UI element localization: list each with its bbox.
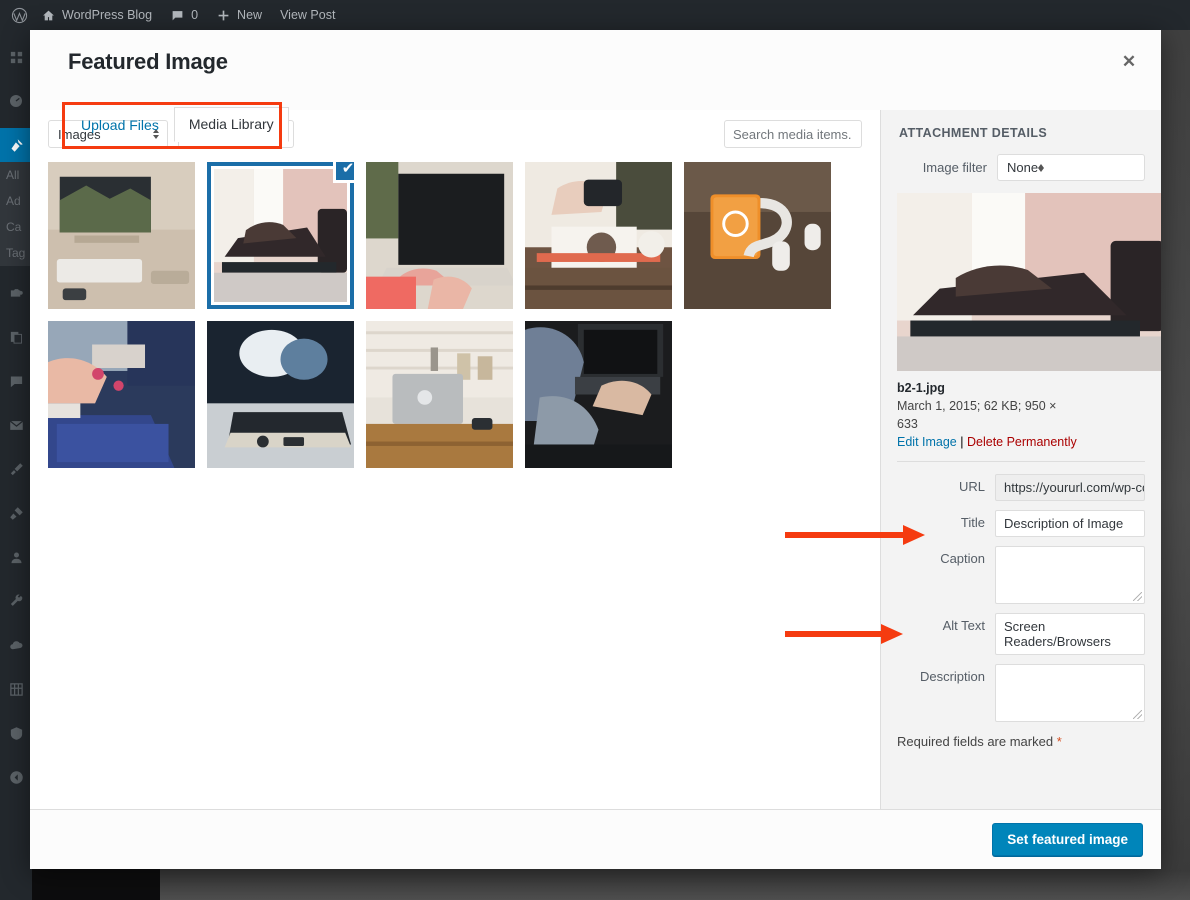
sidebar-item-settings[interactable] <box>0 672 32 706</box>
sidebar-subitem-all[interactable]: All <box>0 162 32 188</box>
image-filter-label: Image filter <box>922 160 987 175</box>
media-item[interactable] <box>48 321 195 468</box>
caption-field[interactable] <box>995 546 1145 605</box>
sidebar-item-mail[interactable] <box>0 408 32 442</box>
required-fields-note: Required fields are marked * <box>897 734 1145 749</box>
admin-bar-comment-count: 0 <box>191 8 199 22</box>
admin-bar-new[interactable]: New <box>207 0 271 30</box>
sidebar-item-pages[interactable] <box>0 320 32 354</box>
media-grid: ✔ <box>30 156 880 486</box>
attachment-file-name: b2-1.jpg <box>897 381 945 395</box>
search-input[interactable]: Search media items. <box>733 127 852 142</box>
field-row-caption: Caption <box>897 546 1145 605</box>
page-content-strip <box>160 870 1190 900</box>
chevron-updown-icon <box>1038 163 1045 172</box>
edit-image-link[interactable]: Edit Image <box>897 435 957 449</box>
alt-text-label: Alt Text <box>942 618 985 634</box>
sidebar-item-collapse-menu[interactable] <box>0 760 32 794</box>
required-fields-text: Required fields are marked <box>897 734 1054 750</box>
admin-bar-site-name[interactable]: WordPress Blog <box>32 0 161 30</box>
caption-label: Caption <box>940 551 985 567</box>
sidebar-item-grid[interactable] <box>0 40 32 74</box>
description-field[interactable] <box>995 664 1145 723</box>
media-item-selected[interactable]: ✔ <box>207 162 354 309</box>
required-asterisk: * <box>1056 734 1062 750</box>
tab-media-library[interactable]: Media Library <box>173 107 289 142</box>
title-field[interactable]: Description of Image <box>995 510 1145 538</box>
media-library-pane: Images All dates Search media items. <box>30 110 881 809</box>
url-label: URL <box>958 479 985 495</box>
modal-tabs: Upload Files Media Library <box>66 106 289 142</box>
attachment-file-links: Edit Image | Delete Permanently <box>897 435 1145 449</box>
sidebar-subitem-tags[interactable]: Tag <box>0 240 32 266</box>
image-filter-row: Image filter None <box>897 154 1145 181</box>
sidebar-item-cloud[interactable] <box>0 628 32 662</box>
checkmark-icon: ✔ <box>333 162 354 183</box>
comment-icon <box>170 8 185 23</box>
attachment-preview-image <box>897 193 1161 371</box>
media-item[interactable] <box>207 321 354 468</box>
image-filter-value: None <box>1007 160 1039 175</box>
sidebar-item-comments[interactable] <box>0 364 32 398</box>
field-row-url: URL https://yoururl.com/wp-con <box>897 474 1145 502</box>
sidebar-item-appearance[interactable] <box>0 452 32 486</box>
details-divider <box>897 461 1145 463</box>
attachment-details-pane: ATTACHMENT DETAILS Image filter None b2-… <box>881 110 1161 809</box>
modal-body: Images All dates Search media items. <box>30 110 1161 809</box>
link-separator: | <box>960 435 964 450</box>
modal-footer: Set featured image <box>30 809 1161 869</box>
featured-image-modal: Featured Image ✕ Upload Files Media Libr… <box>30 30 1161 869</box>
sidebar-subitem-add[interactable]: Ad <box>0 188 32 214</box>
sidebar-posts-submenu: All Ad Ca Tag <box>0 162 32 266</box>
field-row-title: Title Description of Image <box>897 510 1145 538</box>
attachment-details-heading: ATTACHMENT DETAILS <box>899 126 1048 140</box>
attachment-file-meta: March 1, 2015; 62 KB; 950 × 633 <box>897 399 1057 432</box>
url-field[interactable]: https://yoururl.com/wp-con <box>995 474 1145 502</box>
admin-bar-view-post-label: View Post <box>280 8 336 22</box>
modal-header: Featured Image ✕ Upload Files Media Libr… <box>30 30 1161 149</box>
sidebar-item-media[interactable] <box>0 276 32 310</box>
image-filter-select[interactable]: None <box>997 154 1145 181</box>
admin-bar-comments[interactable]: 0 <box>161 0 207 30</box>
page-title: Featured Image <box>68 49 228 74</box>
description-label: Description <box>919 669 985 685</box>
search-media-field[interactable]: Search media items. <box>724 120 862 148</box>
media-item[interactable] <box>48 162 195 309</box>
resize-grip-icon[interactable] <box>1133 710 1142 720</box>
sidebar-item-posts[interactable] <box>0 128 32 162</box>
media-item[interactable] <box>366 162 513 309</box>
field-row-alt-text: Alt Text Screen Readers/Browsers <box>897 613 1145 656</box>
title-label: Title <box>960 515 985 531</box>
admin-bar-new-label: New <box>237 8 263 22</box>
home-icon <box>41 8 56 23</box>
wordpress-logo-icon[interactable] <box>6 7 32 24</box>
media-item[interactable] <box>366 321 513 468</box>
resize-grip-icon[interactable] <box>1133 592 1142 602</box>
sidebar-item-shield[interactable] <box>0 716 32 750</box>
sidebar-subitem-categories[interactable]: Ca <box>0 214 32 240</box>
admin-bar-site-label: WordPress Blog <box>62 8 153 22</box>
plus-icon <box>216 8 231 23</box>
sidebar-item-dashboard[interactable] <box>0 84 32 118</box>
media-item[interactable] <box>684 162 831 309</box>
sidebar-item-users[interactable] <box>0 540 32 574</box>
delete-permanently-link[interactable]: Delete Permanently <box>967 435 1077 449</box>
media-item[interactable] <box>525 321 672 468</box>
field-row-description: Description <box>897 664 1145 723</box>
wp-admin-sidebar: All Ad Ca Tag <box>0 30 32 900</box>
close-icon[interactable]: ✕ <box>1107 40 1151 84</box>
sidebar-item-plugins[interactable] <box>0 496 32 530</box>
media-item[interactable] <box>525 162 672 309</box>
tab-upload-files[interactable]: Upload Files <box>66 108 174 142</box>
sidebar-item-tools[interactable] <box>0 584 32 618</box>
admin-bar-view-post[interactable]: View Post <box>271 0 344 30</box>
set-featured-image-button[interactable]: Set featured image <box>992 823 1143 856</box>
alt-text-field[interactable]: Screen Readers/Browsers <box>995 613 1145 656</box>
wp-admin-bar: WordPress Blog 0 New View Post <box>0 0 1190 30</box>
